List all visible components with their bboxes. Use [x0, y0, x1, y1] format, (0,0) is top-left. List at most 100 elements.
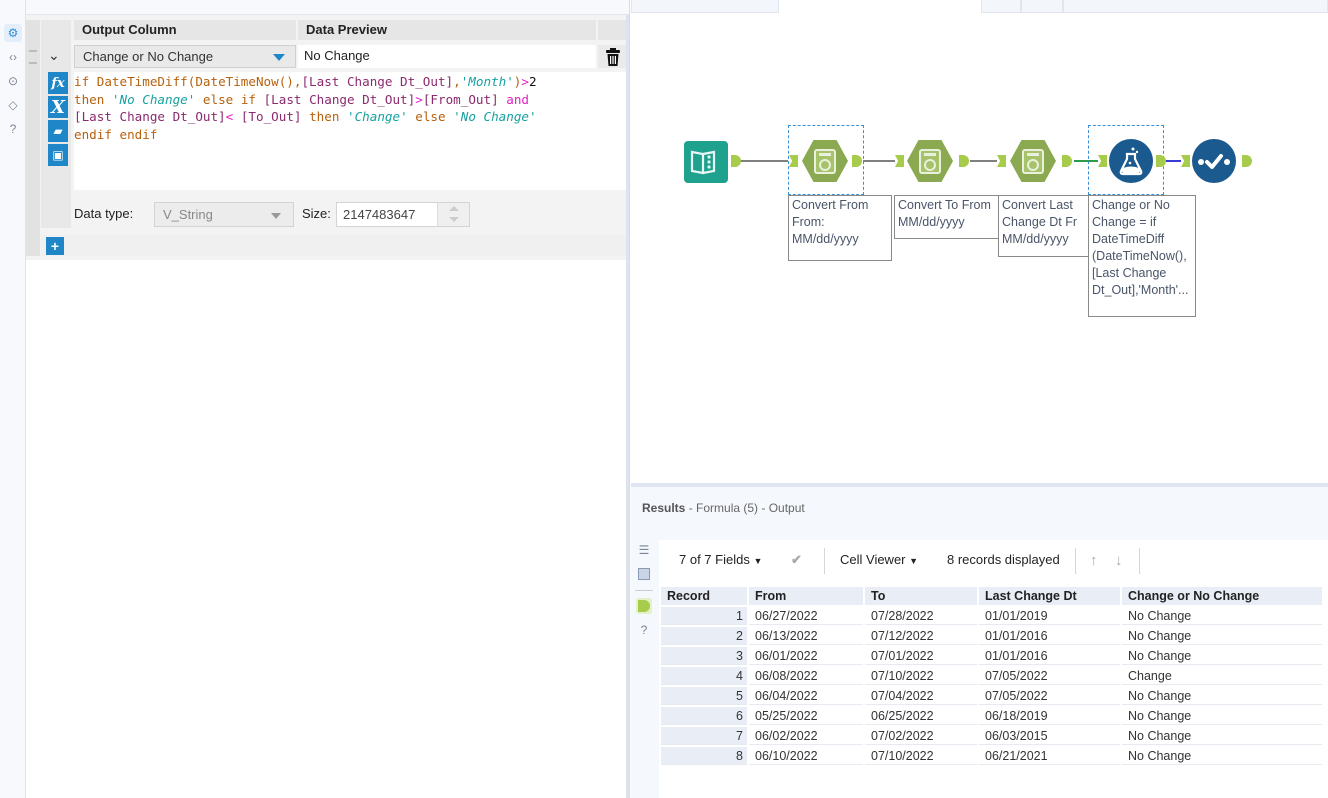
record-number-cell[interactable]: 2: [661, 627, 747, 645]
expression-editor[interactable]: fx X ▰ ▣ if DateTimeDiff(DateTimeNow(),[…: [48, 72, 628, 190]
table-cell[interactable]: 01/01/2019: [979, 607, 1120, 625]
fields-dropdown[interactable]: 7 of 7 Fields ▼: [679, 552, 762, 567]
table-cell[interactable]: 06/01/2022: [749, 647, 863, 665]
table-cell[interactable]: 06/03/2015: [979, 727, 1120, 745]
spin-up-icon[interactable]: [449, 206, 459, 211]
datetime-tool-2[interactable]: [907, 140, 953, 182]
table-cell[interactable]: No Change: [1122, 747, 1322, 765]
table-cell[interactable]: 07/10/2022: [865, 747, 977, 765]
help-icon[interactable]: ?: [636, 622, 652, 638]
record-number-cell[interactable]: 6: [661, 707, 747, 725]
datetime-tool-3[interactable]: [1010, 140, 1056, 182]
table-cell[interactable]: No Change: [1122, 687, 1322, 705]
output-column-select[interactable]: Change or No Change: [74, 45, 296, 68]
output-anchor[interactable]: [1242, 155, 1252, 167]
table-cell[interactable]: 06/02/2022: [749, 727, 863, 745]
table-cell[interactable]: 05/25/2022: [749, 707, 863, 725]
input-anchor-icon[interactable]: [636, 566, 652, 582]
output-anchor[interactable]: [959, 155, 969, 167]
table-cell[interactable]: 01/01/2016: [979, 627, 1120, 645]
anchor-icon[interactable]: ⊙: [4, 72, 22, 90]
column-header-change-or-no-change[interactable]: Change or No Change: [1122, 587, 1322, 605]
table-cell[interactable]: 07/01/2022: [865, 647, 977, 665]
size-input[interactable]: 2147483647: [336, 202, 470, 227]
table-cell[interactable]: 07/28/2022: [865, 607, 977, 625]
table-cell[interactable]: No Change: [1122, 607, 1322, 625]
open-expression-icon[interactable]: ▰: [48, 120, 68, 142]
add-expression-button[interactable]: +: [46, 237, 64, 255]
column-header-from[interactable]: From: [749, 587, 863, 605]
apply-checkmark-icon[interactable]: ✔: [791, 552, 802, 568]
table-cell[interactable]: 06/08/2022: [749, 667, 863, 685]
table-cell[interactable]: No Change: [1122, 727, 1322, 745]
canvas-tab[interactable]: [631, 0, 779, 13]
table-cell[interactable]: 06/04/2022: [749, 687, 863, 705]
canvas-tab[interactable]: [1063, 0, 1328, 13]
record-number-cell[interactable]: 4: [661, 667, 747, 685]
table-cell[interactable]: 06/25/2022: [865, 707, 977, 725]
record-number-cell[interactable]: 8: [661, 747, 747, 765]
table-row[interactable]: 4 06/08/2022 07/10/2022 07/05/2022 Change: [661, 667, 1322, 685]
column-header-last-change-dt[interactable]: Last Change Dt: [979, 587, 1120, 605]
table-cell[interactable]: 06/18/2019: [979, 707, 1120, 725]
output-anchor-icon[interactable]: [636, 598, 652, 614]
gear-icon[interactable]: ⚙: [4, 24, 22, 42]
record-number-cell[interactable]: 5: [661, 687, 747, 705]
tag-icon[interactable]: ◇: [4, 96, 22, 114]
help-icon[interactable]: ?: [4, 120, 22, 138]
variables-icon[interactable]: X: [48, 96, 68, 118]
size-spinner[interactable]: [437, 203, 469, 226]
table-cell[interactable]: No Change: [1122, 707, 1322, 725]
table-cell[interactable]: 01/01/2016: [979, 647, 1120, 665]
input-data-tool[interactable]: [684, 141, 728, 183]
table-cell[interactable]: 07/10/2022: [865, 667, 977, 685]
output-anchor[interactable]: [1062, 155, 1072, 167]
table-row[interactable]: 6 05/25/2022 06/25/2022 06/18/2019 No Change: [661, 707, 1322, 725]
input-anchor[interactable]: [895, 155, 904, 167]
column-header-record[interactable]: Record: [661, 587, 747, 605]
output-anchor[interactable]: [1156, 155, 1166, 167]
table-cell[interactable]: 07/12/2022: [865, 627, 977, 645]
list-icon[interactable]: ☰: [636, 542, 652, 558]
table-row[interactable]: 7 06/02/2022 07/02/2022 06/03/2015 No Change: [661, 727, 1322, 745]
table-cell[interactable]: 07/02/2022: [865, 727, 977, 745]
delete-expression-button[interactable]: [598, 45, 628, 68]
input-anchor[interactable]: [1181, 155, 1190, 167]
table-cell[interactable]: 06/27/2022: [749, 607, 863, 625]
data-type-select[interactable]: V_String: [154, 202, 294, 227]
table-cell[interactable]: 07/05/2022: [979, 667, 1120, 685]
table-cell[interactable]: No Change: [1122, 647, 1322, 665]
table-cell[interactable]: 06/21/2021: [979, 747, 1120, 765]
chevron-down-icon[interactable]: ⌄: [48, 47, 60, 64]
table-cell[interactable]: 07/05/2022: [979, 687, 1120, 705]
record-number-cell[interactable]: 7: [661, 727, 747, 745]
table-cell[interactable]: 06/10/2022: [749, 747, 863, 765]
table-cell[interactable]: 07/04/2022: [865, 687, 977, 705]
output-anchor[interactable]: [731, 155, 741, 167]
table-row[interactable]: 5 06/04/2022 07/04/2022 07/05/2022 No Change: [661, 687, 1322, 705]
functions-icon[interactable]: fx: [48, 72, 68, 94]
workflow-canvas[interactable]: Convert From From: MM/dd/yyyy Convert To…: [631, 13, 1328, 483]
arrow-up-icon[interactable]: ↑: [1090, 552, 1098, 569]
browse-tool[interactable]: [1192, 139, 1236, 183]
arrow-down-icon[interactable]: ↓: [1115, 552, 1123, 569]
table-cell[interactable]: 06/13/2022: [749, 627, 863, 645]
table-row[interactable]: 2 06/13/2022 07/12/2022 01/01/2016 No Change: [661, 627, 1322, 645]
drag-handle-icon[interactable]: [29, 50, 37, 64]
code-icon[interactable]: ‹›: [4, 48, 22, 66]
cell-viewer-dropdown[interactable]: Cell Viewer ▼: [840, 552, 918, 567]
table-cell[interactable]: No Change: [1122, 627, 1322, 645]
save-expression-icon[interactable]: ▣: [48, 144, 68, 166]
input-anchor[interactable]: [997, 155, 1006, 167]
record-number-cell[interactable]: 3: [661, 647, 747, 665]
formula-tool[interactable]: [1109, 139, 1153, 183]
record-number-cell[interactable]: 1: [661, 607, 747, 625]
canvas-tab[interactable]: [1021, 0, 1063, 13]
column-header-to[interactable]: To: [865, 587, 977, 605]
table-cell[interactable]: Change: [1122, 667, 1322, 685]
canvas-tab[interactable]: [981, 0, 1021, 13]
table-row[interactable]: 1 06/27/2022 07/28/2022 01/01/2019 No Change: [661, 607, 1322, 625]
table-row[interactable]: 3 06/01/2022 07/01/2022 01/01/2016 No Change: [661, 647, 1322, 665]
spin-down-icon[interactable]: [449, 217, 459, 222]
table-row[interactable]: 8 06/10/2022 07/10/2022 06/21/2021 No Change: [661, 747, 1322, 765]
